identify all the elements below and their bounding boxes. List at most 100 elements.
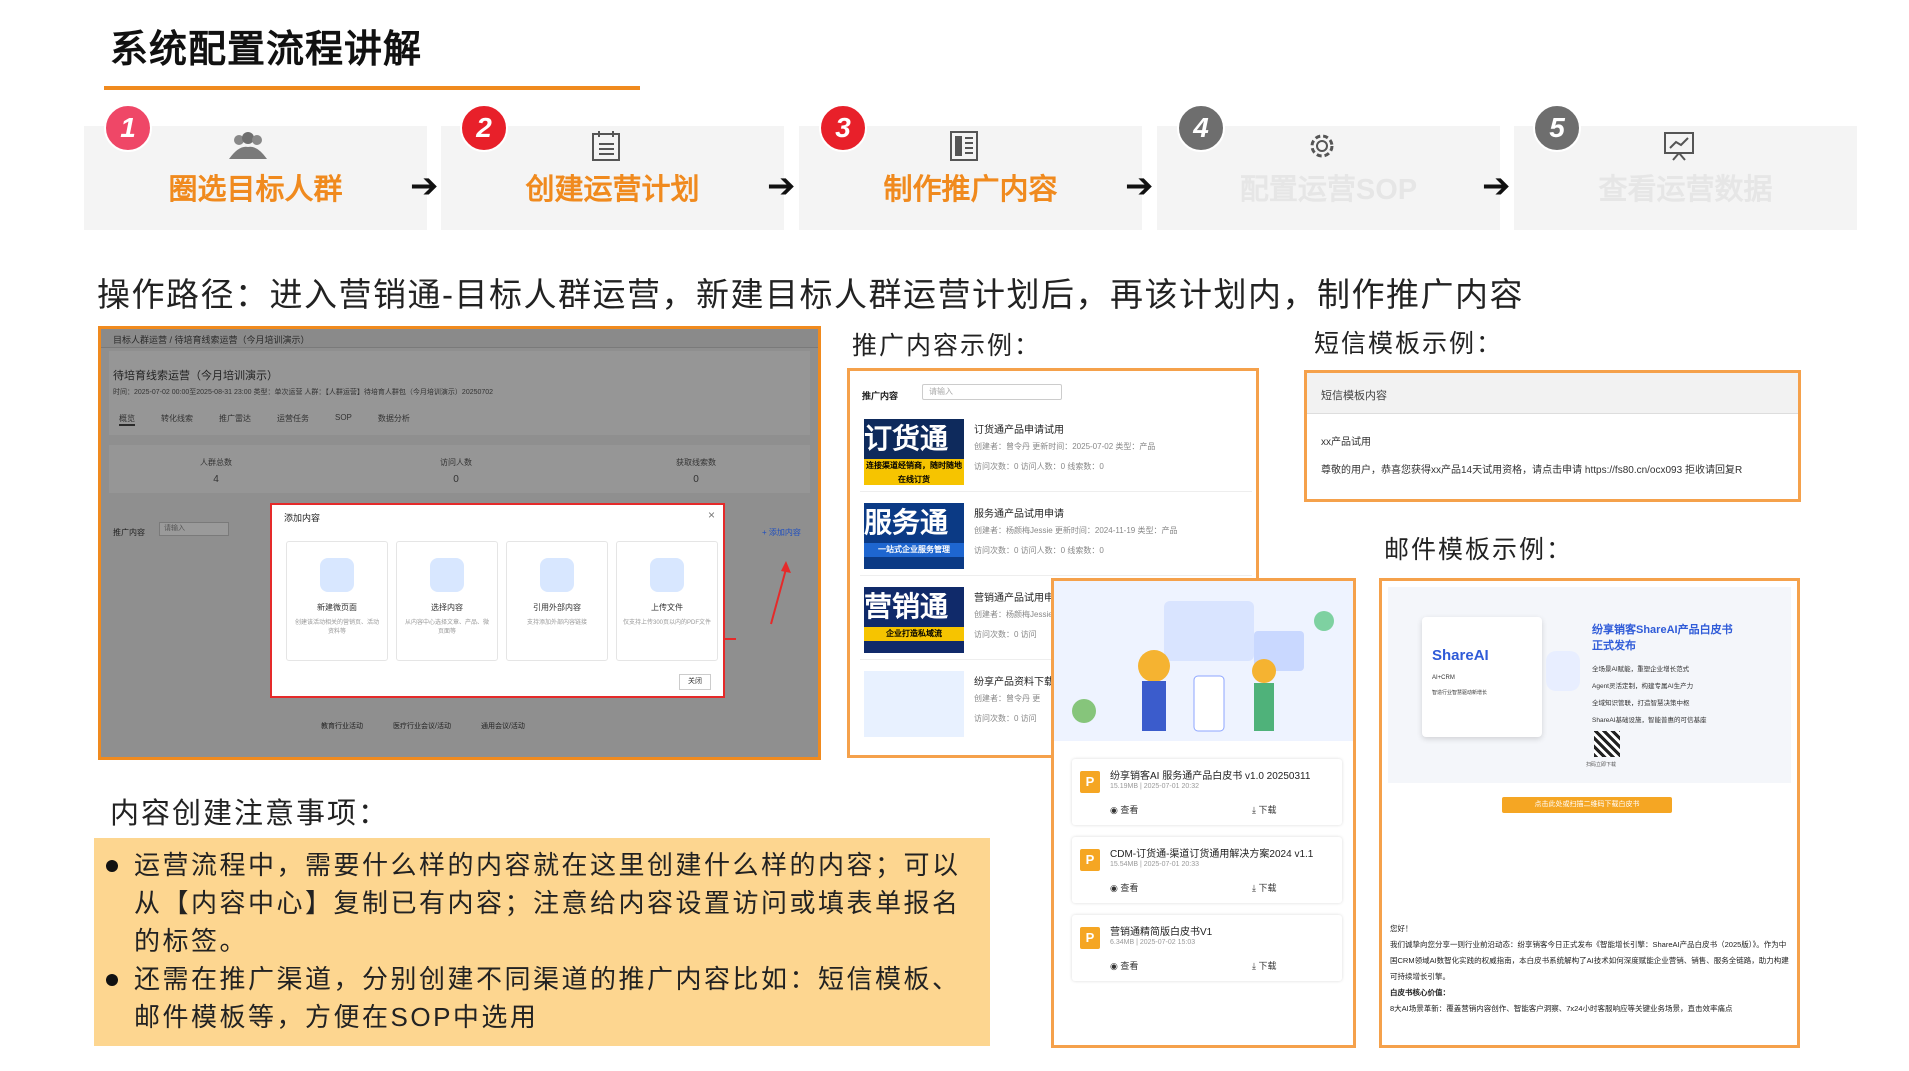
item-meta: 创建者：杨颜梅Jessie 更新时间：2024-11-19 类型：产品: [974, 526, 1178, 535]
item-meta: 创建者：杨颜梅Jessie: [974, 610, 1053, 619]
doc-meta: 6.34MB | 2025-07-02 15:03: [1110, 939, 1196, 946]
tab-sop[interactable]: SOP: [335, 413, 352, 426]
card-desc: 创建该活动相关的营销页、活动资料等: [294, 620, 379, 635]
arrow-right-icon: ➔: [767, 167, 796, 205]
view-button[interactable]: ◉ 查看: [1110, 881, 1138, 894]
sms-template-screenshot: 短信模板内容 xx产品试用 尊敬的用户，恭喜您获得xx产品14天试用资格，请点击…: [1304, 370, 1801, 502]
card-title: 上传文件: [651, 603, 683, 612]
tab-tasks[interactable]: 运营任务: [277, 413, 309, 426]
brand-name: ShareAI: [1432, 647, 1489, 664]
qr-code: [1594, 731, 1620, 757]
step-2-number: 2: [460, 104, 508, 152]
step-5-number: 5: [1533, 104, 1581, 152]
close-icon[interactable]: ×: [708, 508, 715, 522]
email-body: 白皮书核心价值：: [1390, 988, 1450, 997]
stat-label: 人群总数: [200, 458, 232, 467]
modal-close-button[interactable]: 关闭: [679, 674, 711, 690]
new-micro-page-card[interactable]: 新建微页面 创建该活动相关的营销页、活动资料等: [286, 541, 388, 661]
promo-caption: 推广内容示例：: [852, 332, 1042, 360]
step-3-number: 3: [819, 104, 867, 152]
search-input[interactable]: 请输入: [159, 522, 229, 536]
gear-icon: [1298, 128, 1346, 164]
card-desc: 从内容中心选择文章、产品、微页面等: [404, 620, 489, 635]
tab-radar[interactable]: 推广雷达: [219, 413, 251, 426]
notes-title: 内容创建注意事项：: [110, 798, 390, 830]
calendar-list-icon: [582, 128, 630, 164]
brand-tag: 智造行业智慧驱动新增长: [1432, 690, 1488, 696]
download-button[interactable]: ⤓ 下载: [1252, 959, 1277, 972]
item-title: 营销通产品试用申: [974, 593, 1054, 604]
external-content-card[interactable]: 引用外部内容 支持添加外部内容链接: [506, 541, 608, 661]
document-item[interactable]: P CDM-订货通-渠道订货通用解决方案2024 v1.1 15.54MB | …: [1072, 837, 1342, 903]
view-button[interactable]: ◉ 查看: [1110, 959, 1138, 972]
feature-bullet: Agent灵活定制，构建专属AI生产力: [1592, 683, 1694, 690]
pdf-icon: P: [1080, 771, 1100, 793]
tab-analytics[interactable]: 数据分析: [378, 413, 410, 426]
step-4-label[interactable]: 配置运营SOP: [1157, 166, 1500, 208]
step-3-label[interactable]: 制作推广内容: [799, 166, 1142, 208]
item-title: 订货通产品申请试用: [974, 425, 1064, 436]
doc-meta: 15.54MB | 2025-07-01 20:33: [1110, 861, 1199, 868]
item-stats: 访问次数：0 访问人数：0 线索数：0: [974, 546, 1104, 555]
page-icon: [320, 558, 354, 592]
stat-label: 获取线索数: [676, 458, 716, 467]
step-2-label[interactable]: 创建运营计划: [441, 166, 784, 208]
bullet-icon: [106, 974, 118, 986]
tab-overview[interactable]: 概览: [119, 413, 135, 426]
doc-title: 营销通精简版白皮书V1: [1110, 927, 1213, 938]
list-item[interactable]: 服务通 一站式企业服务管理 服务通产品试用申请 创建者：杨颜梅Jessie 更新时…: [860, 495, 1252, 576]
doc-title: 纷享销客AI 服务通产品白皮书 v1.0 20250311: [1110, 771, 1311, 782]
sms-caption: 短信模板示例：: [1314, 330, 1504, 358]
item-meta: 创建者：曾令丹 更: [974, 694, 1041, 703]
email-subheadline: 正式发布: [1592, 640, 1636, 652]
item-meta: 创建者：曾令丹 更新时间：2025-07-02 类型：产品: [974, 442, 1156, 451]
qr-caption: 扫码立即下载: [1586, 762, 1617, 768]
modal-title: 添加内容: [284, 513, 321, 523]
download-button[interactable]: ⤓ 下载: [1252, 881, 1277, 894]
promo-header: 推广内容: [862, 391, 899, 401]
footer-label: 通用会议/活动: [480, 723, 525, 730]
operation-path: 操作路径：进入营销通-目标人群运营，新建目标人群运营计划后，再该计划内，制作推广…: [97, 276, 1524, 313]
select-content-card[interactable]: 选择内容 从内容中心选择文章、产品、微页面等: [396, 541, 498, 661]
thumb-image: 订货通 连接渠道经销商，随时随地在线订货: [864, 419, 964, 485]
content-layout-icon: [940, 128, 988, 164]
breadcrumb[interactable]: 目标人群运营 / 待培育线索运营（今月培训演示）: [113, 333, 310, 346]
stat-label: 访问人数: [440, 458, 472, 467]
note-text: 邮件模板等，方便在SOP中选用: [134, 1002, 539, 1032]
link-icon: [540, 558, 574, 592]
item-stats: 访问次数：0 访问: [974, 714, 1037, 723]
add-content-link[interactable]: + 添加内容: [762, 527, 801, 538]
add-content-modal: 添加内容 × 新建微页面 创建该活动相关的营销页、活动资料等 选择内容 从内容中…: [270, 503, 725, 698]
people-icon: [224, 128, 272, 164]
note-text: 运营流程中，需要什么样的内容就在这里创建什么样的内容；可以: [134, 850, 961, 880]
document-item[interactable]: P 营销通精简版白皮书V1 6.34MB | 2025-07-02 15:03 …: [1072, 915, 1342, 981]
upload-file-card[interactable]: 上传文件 仅支持上传300页以内的PDF文件: [616, 541, 718, 661]
email-body: 8大AI场景革新：覆盖营销内容创作、智能客户洞察、7x24小时客服响应等关键业务…: [1390, 1004, 1733, 1013]
step-5-label[interactable]: 查看运营数据: [1514, 166, 1857, 208]
sms-line-1: xx产品试用: [1321, 437, 1371, 448]
page-title: 系统配置流程讲解: [110, 29, 423, 71]
download-button[interactable]: ⤓ 下载: [1252, 803, 1277, 816]
footer-label: 教育行业活动: [321, 723, 363, 730]
robot-icon: [1546, 651, 1580, 691]
thumb-image: 营销通 企业打造私域流: [864, 587, 964, 653]
tab-leads[interactable]: 转化线索: [161, 413, 193, 426]
download-whitepaper-button[interactable]: 点击此处或扫描二维码下载白皮书: [1502, 797, 1672, 813]
stat-value: 0: [453, 474, 459, 485]
document-list-screenshot: P 纷享销客AI 服务通产品白皮书 v1.0 20250311 15.19MB …: [1051, 578, 1356, 1048]
view-button[interactable]: ◉ 查看: [1110, 803, 1138, 816]
step-1-label[interactable]: 圈选目标人群: [84, 166, 427, 208]
document-item[interactable]: P 纷享销客AI 服务通产品白皮书 v1.0 20250311 15.19MB …: [1072, 759, 1342, 825]
step-1-number: 1: [104, 104, 152, 152]
email-template-screenshot: ShareAI AI+CRM 智造行业智慧驱动新增长 纷享销客ShareAI产品…: [1379, 578, 1800, 1048]
email-caption: 邮件模板示例：: [1384, 536, 1574, 564]
promo-search-input[interactable]: 请输入: [922, 384, 1062, 400]
thumb-image: [864, 671, 964, 737]
step-4-number: 4: [1177, 104, 1225, 152]
doc-meta: 15.19MB | 2025-07-01 20:32: [1110, 783, 1199, 790]
list-item[interactable]: 订货通 连接渠道经销商，随时随地在线订货 订货通产品申请试用 创建者：曾令丹 更新…: [860, 411, 1252, 492]
card-title: 新建微页面: [317, 603, 357, 612]
thumb-image: 服务通 一站式企业服务管理: [864, 503, 964, 569]
pdf-icon: P: [1080, 927, 1100, 949]
note-text: 从【内容中心】复制已有内容；注意给内容设置访问或填表单报名: [134, 888, 961, 918]
